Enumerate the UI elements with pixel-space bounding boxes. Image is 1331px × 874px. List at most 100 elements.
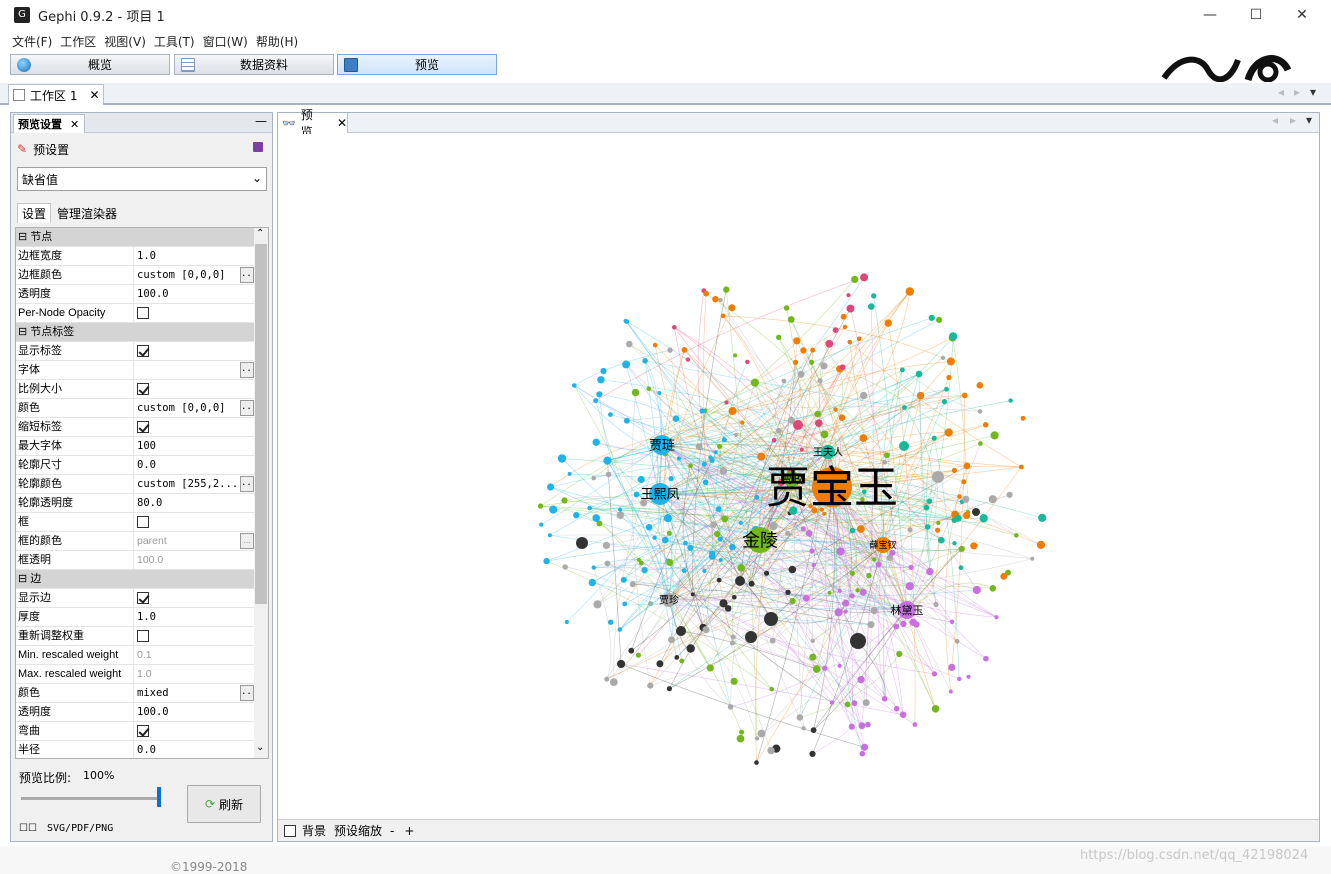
property-category[interactable]: ⊟ 节点标签 (16, 323, 254, 342)
menu-view[interactable]: 视图(V) (104, 33, 146, 50)
monitor-icon (344, 57, 358, 72)
close-panel-icon[interactable]: ✕ (70, 118, 79, 131)
menu-window[interactable]: 窗口(W) (203, 33, 248, 50)
tab-list-icon[interactable]: ▾ (1310, 85, 1316, 99)
maximize-button[interactable]: ☐ (1233, 0, 1279, 30)
property-value-text: parent (137, 535, 167, 547)
property-name: 重新调整权重 (16, 627, 134, 646)
graph-node (537, 503, 544, 509)
tab-scroll-left-icon[interactable]: ◂ (1278, 85, 1284, 99)
property-value[interactable]: custom [0,0,0]... (134, 399, 254, 418)
refresh-button[interactable]: ⟳ 刷新 (187, 785, 261, 823)
preset-dropdown[interactable]: 缺省值 ⌄ (17, 167, 267, 191)
graph-node (775, 427, 782, 434)
property-scrollbar[interactable]: ⌃ ⌄ (254, 228, 268, 758)
property-checkbox-cell[interactable] (134, 722, 254, 741)
property-value[interactable]: 1.0 (134, 608, 254, 627)
graph-preview-canvas[interactable]: 贾宝玉 金陵 王熙凤 贾琏 林黛玉 薛宝钗 贾珍 贾政 王夫人 (279, 134, 1319, 818)
property-checkbox[interactable] (137, 592, 149, 604)
property-checkbox-cell[interactable] (134, 304, 254, 323)
preview-bottom-bar: 背景 预设缩放 - + (278, 819, 1319, 841)
property-checkbox[interactable] (137, 345, 149, 357)
property-value[interactable]: 0.1 (134, 646, 254, 665)
property-checkbox-cell[interactable] (134, 589, 254, 608)
property-category[interactable]: ⊟ 节点 (16, 228, 254, 247)
property-checkbox-cell[interactable] (134, 418, 254, 437)
menu-help[interactable]: 帮助(H) (256, 33, 298, 50)
minimize-button[interactable]: — (1187, 0, 1233, 30)
export-icon[interactable]: ☐☐ (19, 823, 37, 834)
graph-node (648, 601, 654, 607)
property-value[interactable]: 100.0 (134, 551, 254, 570)
tab-scroll-right-icon[interactable]: ▸ (1294, 85, 1300, 99)
scroll-up-icon[interactable]: ⌃ (256, 228, 264, 239)
ellipsis-button[interactable]: ... (240, 362, 254, 378)
property-value[interactable]: 1.0 (134, 247, 254, 266)
minimize-panel-icon[interactable]: — (255, 114, 267, 128)
property-checkbox-cell[interactable] (134, 342, 254, 361)
property-checkbox[interactable] (137, 516, 149, 528)
graph-node (820, 362, 828, 370)
tab-settings[interactable]: 设置 (17, 203, 52, 223)
workspace-tab[interactable]: 工作区 1 ✕ (8, 84, 104, 105)
graph-node (739, 729, 745, 735)
menu-workspace[interactable]: 工作区 (60, 33, 96, 50)
property-value[interactable]: 80.0 (134, 494, 254, 513)
property-row: 框 (16, 513, 254, 532)
preview-mode-button[interactable]: 预览 (337, 54, 497, 75)
property-checkbox-cell[interactable] (134, 380, 254, 399)
export-button[interactable]: SVG/PDF/PNG (47, 823, 113, 834)
property-category[interactable]: ⊟ 边 (16, 570, 254, 589)
ellipsis-button[interactable]: ... (240, 476, 254, 492)
save-preset-icon[interactable] (253, 142, 263, 152)
close-workspace-tab-icon[interactable]: ✕ (89, 88, 99, 102)
property-value[interactable]: 100.0 (134, 285, 254, 304)
ellipsis-button[interactable]: ... (240, 685, 254, 701)
preview-scroll-right-icon[interactable]: ▸ (1290, 113, 1296, 127)
menu-tools[interactable]: 工具(T) (154, 33, 195, 50)
close-preview-tab-icon[interactable]: ✕ (337, 116, 347, 130)
tab-manage-renderers[interactable]: 管理渲染器 (53, 203, 121, 223)
graph-node (988, 495, 997, 504)
graph-node (657, 391, 662, 395)
ratio-slider-track[interactable] (21, 797, 157, 800)
preview-tab-list-icon[interactable]: ▾ (1306, 113, 1312, 127)
background-checkbox[interactable] (284, 824, 296, 837)
graph-node (631, 388, 640, 397)
ellipsis-button[interactable]: ... (240, 267, 254, 283)
ellipsis-button[interactable]: ... (240, 400, 254, 416)
data-lab-mode-button[interactable]: 数据资料 (174, 54, 334, 75)
property-value[interactable]: 0.0 (134, 456, 254, 475)
node-label: 贾政 (781, 472, 803, 486)
property-value[interactable]: custom [0,0,0]... (134, 266, 254, 285)
property-value[interactable]: custom [255,2...... (134, 475, 254, 494)
overview-mode-button[interactable]: 概览 (10, 54, 170, 75)
property-value[interactable]: 0.0 (134, 741, 254, 758)
scroll-down-icon[interactable]: ⌄ (256, 742, 264, 753)
close-window-button[interactable]: ✕ (1279, 0, 1325, 30)
property-value[interactable]: ... (134, 361, 254, 380)
property-checkbox[interactable] (137, 307, 149, 319)
property-value[interactable]: 100 (134, 437, 254, 456)
property-value[interactable]: 1.0 (134, 665, 254, 684)
scroll-thumb[interactable] (255, 244, 267, 604)
property-checkbox[interactable] (137, 383, 149, 395)
property-checkbox[interactable] (137, 630, 149, 642)
preview-tab[interactable]: 👓 预览 ✕ (278, 108, 348, 139)
ratio-slider-thumb[interactable] (157, 787, 161, 807)
property-checkbox[interactable] (137, 725, 149, 737)
graph-node (896, 650, 903, 658)
property-checkbox[interactable] (137, 421, 149, 433)
property-value[interactable]: mixed... (134, 684, 254, 703)
zoom-out-button[interactable]: - (390, 824, 394, 838)
property-checkbox-cell[interactable] (134, 627, 254, 646)
property-value[interactable]: parent... (134, 532, 254, 551)
ellipsis-button[interactable]: ... (240, 533, 254, 549)
property-row: 颜色mixed... (16, 684, 254, 703)
property-checkbox-cell[interactable] (134, 513, 254, 532)
menu-file[interactable]: 文件(F) (12, 33, 52, 50)
preview-settings-tab[interactable]: 预览设置 ✕ (13, 114, 85, 133)
property-value[interactable]: 100.0 (134, 703, 254, 722)
zoom-in-button[interactable]: + (404, 824, 414, 838)
preview-scroll-left-icon[interactable]: ◂ (1272, 113, 1278, 127)
